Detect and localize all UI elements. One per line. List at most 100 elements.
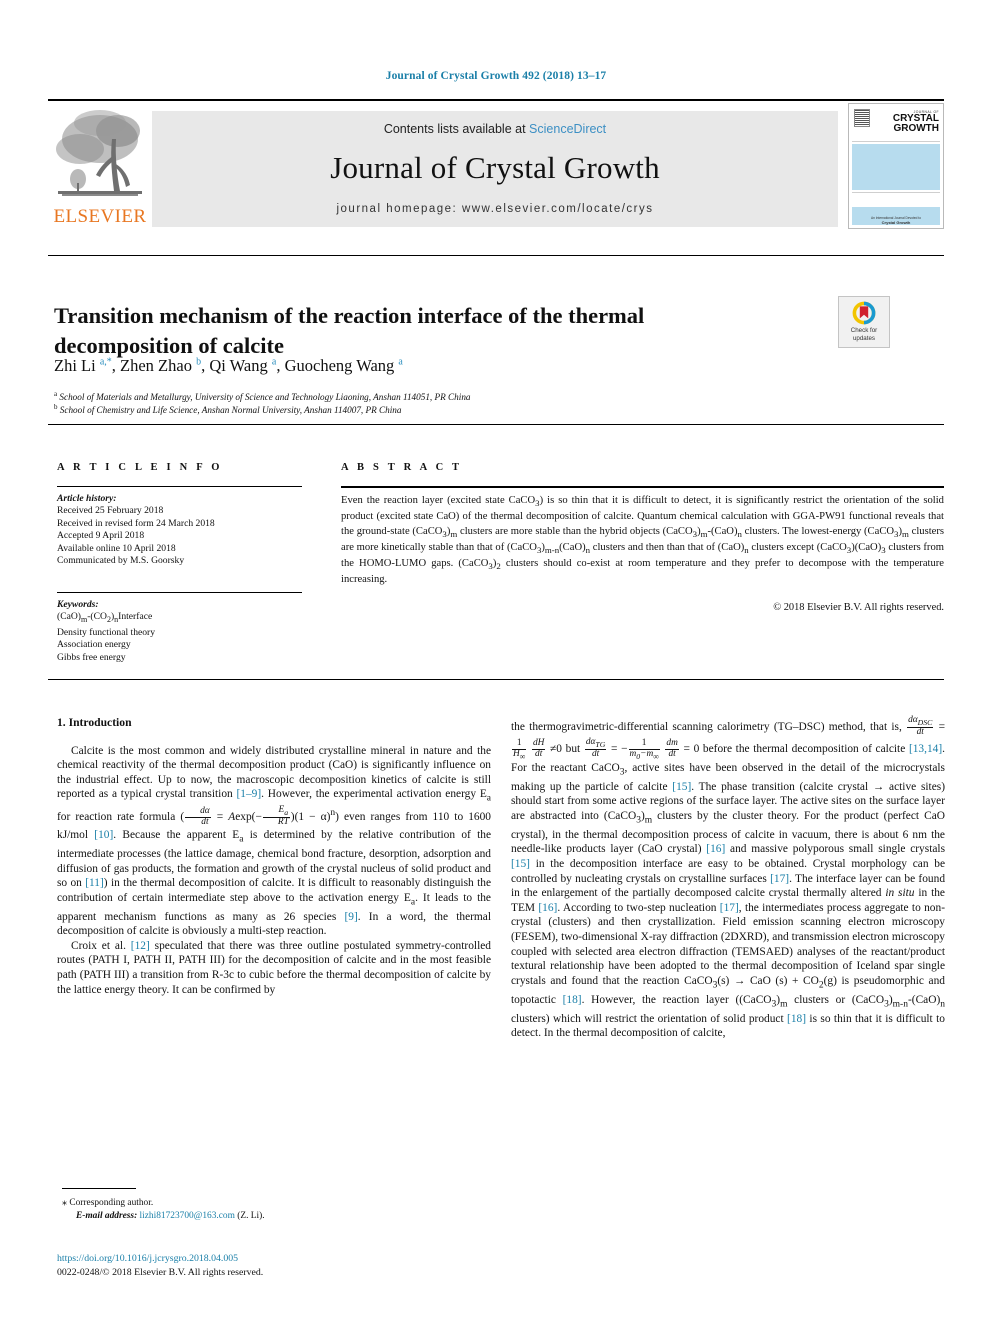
body-column-right: the thermogravimetric-differential scann… [511,715,946,1041]
journal-banner: Contents lists available at ScienceDirec… [152,111,838,227]
citation-link[interactable]: [18] [563,994,582,1006]
citation-link[interactable]: [15] [511,858,530,870]
running-head: Journal of Crystal Growth 492 (2018) 13–… [385,70,607,82]
citation-link[interactable]: [15] [672,781,691,793]
abstract-rule [341,486,944,488]
author-list: Zhi Li a,*, Zhen Zhao b, Qi Wang a, Guoc… [54,356,403,375]
article-history-label: Article history: [57,493,117,504]
article-info-heading: A R T I C L E I N F O [57,462,223,473]
keywords-label: Keywords: [57,599,99,610]
abstract-text: Even the reaction layer (excited state C… [341,495,945,586]
citation-link[interactable]: [17] [770,873,789,885]
affiliation-a-text: School of Materials and Metallurgy, Univ… [59,392,471,403]
title-divider [48,255,944,256]
sciencedirect-link[interactable]: ScienceDirect [529,122,606,136]
doi-block: https://doi.org/10.1016/j.jcrysgro.2018.… [57,1252,497,1279]
author-affil-marker: a,* [99,356,112,368]
cover-title-block: JOURNAL OF CRYSTAL GROWTH [872,110,939,134]
affil-marker-b: b [54,403,58,411]
corresponding-author-label: Corresponding author. [69,1198,154,1208]
affiliation-b-text: School of Chemistry and Life Science, An… [59,405,402,416]
email-label: E-mail address: [76,1211,138,1221]
keyword-item: Density functional theory [57,626,156,638]
footnote-block: ⁎ Corresponding author. E-mail address: … [62,1196,482,1223]
inline-fraction: dαDSC dt [907,715,934,738]
citation-link[interactable]: [10] [94,829,113,841]
paragraph: Croix et al. [12] speculated that there … [57,939,491,996]
crossmark-line-1: Check for [850,327,878,334]
citation-link[interactable]: [12] [131,940,150,952]
corresponding-author-line: ⁎ Corresponding author. [62,1196,482,1210]
author-affil-marker: b [196,356,202,368]
author-affil-marker: a [398,356,403,368]
section-heading-introduction: 1. Introduction [57,716,132,729]
article-first-page: Journal of Crystal Growth 492 (2018) 13–… [0,0,992,1323]
inline-fraction: 1 H∞ [512,738,527,761]
paragraph: Calcite is the most common and widely di… [57,744,492,938]
keyword-item: Gibbs free energy [57,651,126,663]
inline-fraction: dαTG dt [584,736,607,759]
asterisk-icon: ⁎ [62,1197,67,1208]
elsevier-tree-icon [56,110,142,196]
paragraph: the thermogravimetric-differential scann… [511,715,946,1040]
journal-homepage[interactable]: journal homepage: www.elsevier.com/locat… [152,203,838,215]
citation-link[interactable]: [13,14] [909,743,942,755]
affil-marker-a: a [54,390,58,398]
cover-header: JOURNAL OF CRYSTAL GROWTH [852,107,940,142]
inline-fraction: dH dt [531,738,546,759]
cover-line-2: GROWTH [893,123,939,134]
history-item: Available online 10 April 2018 [57,542,176,554]
inline-fraction: Ea RT [262,805,290,828]
info-rule-lower [57,592,302,593]
contents-prefix: Contents lists available at [383,122,526,136]
contents-list-line: Contents lists available at ScienceDirec… [152,111,838,136]
footnote-rule [62,1188,136,1189]
page-title: Transition mechanism of the reaction int… [54,303,645,359]
cover-footer-bold: Crystal Growth [881,220,911,225]
keyword-item: (CaO)m-(CO2)nInterface [57,611,153,625]
keywords-block: Keywords: (CaO)m-(CO2)nInterface Density… [57,599,307,664]
info-rule-upper [57,486,302,487]
cover-bottom-area: An International Journal Devoted to Crys… [852,207,940,225]
cover-footer-text: An International Journal Devoted to Crys… [852,216,940,225]
crossmark-icon [852,301,876,325]
crossmark-line-2: updates [852,334,876,342]
email-suffix: (Z. Li). [237,1211,265,1221]
elsevier-logo: ELSEVIER [48,101,152,233]
doi-link[interactable]: https://doi.org/10.1016/j.jcrysgro.2018.… [57,1252,497,1266]
citation-link[interactable]: [16] [706,843,725,855]
masthead: ELSEVIER Contents lists available at Sci… [48,101,944,233]
journal-title: Journal of Crystal Growth [330,150,660,185]
body-top-rule [48,679,944,680]
info-top-rule [48,424,944,425]
journal-cover-thumbnail[interactable]: JOURNAL OF CRYSTAL GROWTH An Internation… [848,103,944,229]
cover-white-strip [852,192,940,208]
keyword-item: Association energy [57,639,131,651]
history-item: Received in revised form 24 March 2018 [57,517,215,529]
citation-link[interactable]: [17] [720,902,739,914]
citation-link[interactable]: [16] [538,902,557,914]
abstract-heading: A B S T R A C T [341,462,463,473]
article-history-block: Article history: Received 25 February 20… [57,493,307,567]
inline-fraction: dα dt [185,807,211,828]
crossmark-label: Check for updates [839,327,889,342]
inline-fraction: 1 m0−m∞ [628,738,660,761]
crossmark-badge[interactable]: Check for updates [838,296,890,348]
citation-link[interactable]: [9] [344,911,357,923]
citation-link[interactable]: [11] [85,877,104,889]
abstract-copyright: © 2018 Elsevier B.V. All rights reserved… [773,602,944,613]
author-affil-marker: a [271,356,277,368]
citation-link[interactable]: [1–9] [236,788,261,800]
body-column-left: 1. Introduction Calcite is the most comm… [57,716,491,997]
email-link[interactable]: lizhi81723700@163.com [140,1211,235,1221]
issn-copyright-line: 0022-0248/© 2018 Elsevier B.V. All right… [57,1266,264,1278]
inline-fraction: dm dt [665,738,679,759]
history-item: Received 25 February 2018 [57,505,164,517]
elsevier-wordmark: ELSEVIER [53,206,147,227]
affiliation-a: a School of Materials and Metallurgy, Un… [54,390,814,402]
cover-image-area [852,144,940,190]
cover-elsevier-icon [854,109,870,127]
email-line: E-mail address: lizhi81723700@163.com (Z… [62,1210,482,1223]
citation-link[interactable]: [18] [787,1013,806,1025]
history-item: Communicated by M.S. Goorsky [57,555,185,567]
